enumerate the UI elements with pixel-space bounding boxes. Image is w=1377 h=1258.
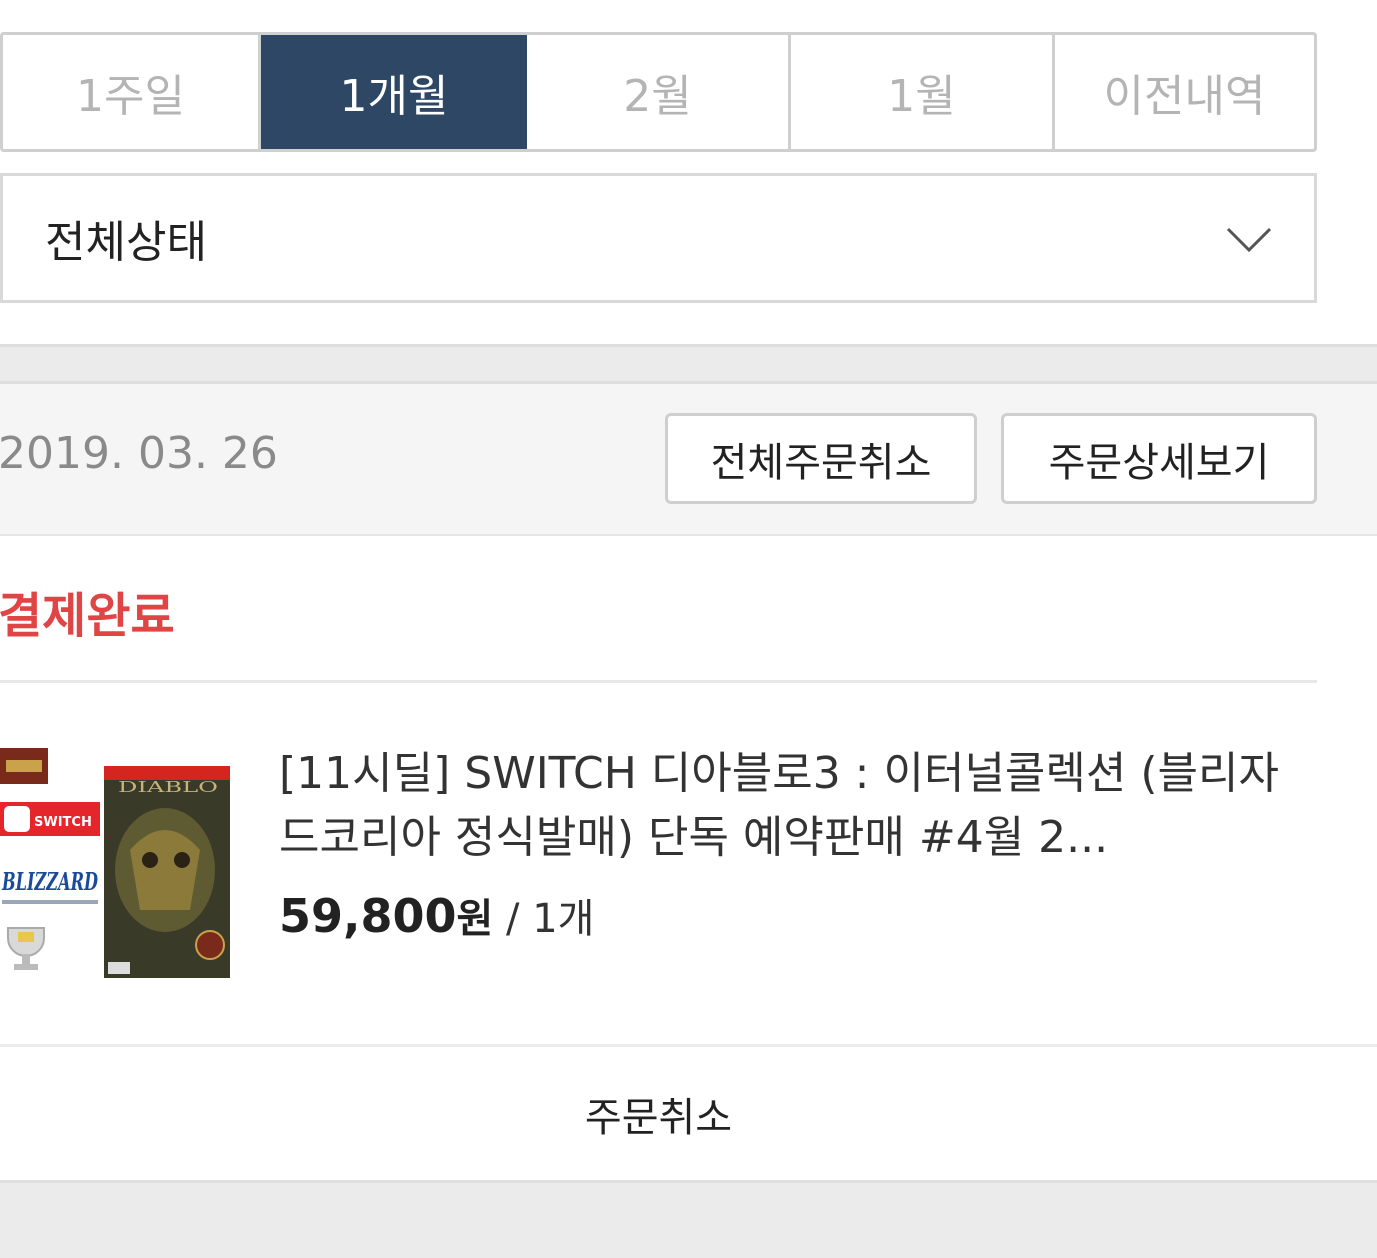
order-status: 결제완료	[0, 588, 175, 644]
product-price: 59,800	[279, 889, 457, 943]
tab-january[interactable]: 1월	[791, 35, 1055, 149]
section-separator	[0, 1180, 1377, 1258]
tab-1-month[interactable]: 1개월	[261, 35, 527, 149]
period-tabs: 1주일 1개월 2월 1월 이전내역	[0, 32, 1317, 152]
status-filter-select[interactable]: 전체상태	[0, 173, 1317, 303]
game-box-art: DIABLO	[104, 766, 230, 978]
tab-february[interactable]: 2월	[527, 35, 791, 149]
cancel-order-button[interactable]: 주문취소	[0, 1047, 1317, 1180]
tab-previous-history[interactable]: 이전내역	[1055, 35, 1314, 149]
section-separator	[0, 344, 1377, 384]
chevron-down-icon	[1226, 227, 1272, 253]
product-thumbnail[interactable]: SWITCH BLIZZARD DIABLO	[0, 740, 235, 980]
cancel-all-orders-button[interactable]: 전체주문취소	[665, 413, 977, 504]
status-filter-value: 전체상태	[45, 217, 207, 268]
order-header: 2019. 03. 26 전체주문취소 주문상세보기	[0, 384, 1377, 536]
order-detail-button[interactable]: 주문상세보기	[1001, 413, 1317, 504]
order-date: 2019. 03. 26	[0, 428, 278, 479]
tab-1-week[interactable]: 1주일	[3, 35, 261, 149]
price-separator: /	[493, 896, 533, 942]
svg-text:SWITCH: SWITCH	[34, 815, 92, 830]
product-name[interactable]: [11시딜] SWITCH 디아블로3 : 이터널콜렉션 (블리자드코리아 정식…	[279, 742, 1289, 870]
svg-text:DIABLO: DIABLO	[118, 778, 218, 796]
currency-unit: 원	[456, 896, 494, 942]
product-quantity: 1개	[532, 896, 595, 942]
price-line: 59,800원 / 1개	[279, 886, 594, 944]
divider	[0, 680, 1317, 683]
blizzard-logo: BLIZZARD	[1, 867, 98, 896]
switch-logo: SWITCH	[0, 802, 100, 836]
